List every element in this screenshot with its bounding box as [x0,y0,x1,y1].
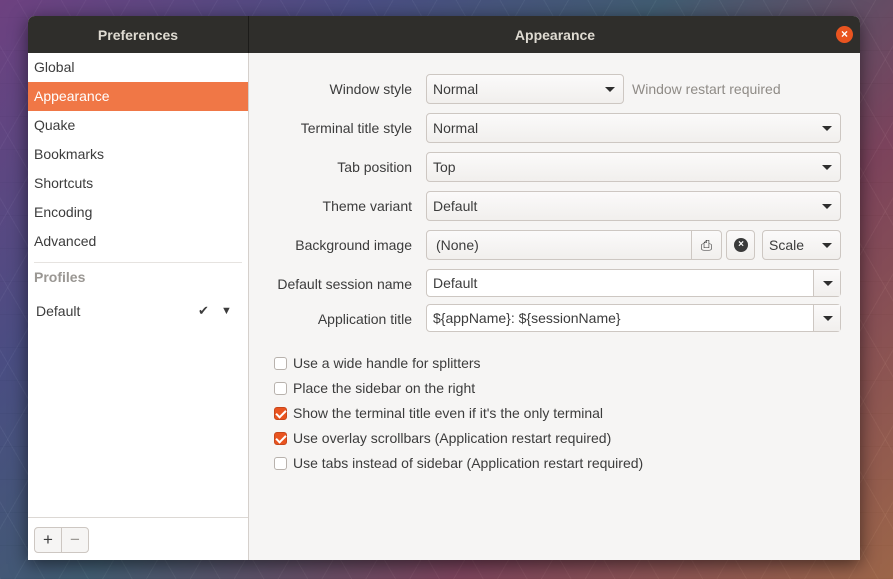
check-icon: ✔ [198,291,209,331]
terminal-title-style-row: Terminal title style Normal [250,113,860,143]
theme-variant-row: Theme variant Default [250,191,860,221]
preferences-window: Preferences Appearance × Global Appearan… [28,16,860,560]
background-image-value: (None) [436,237,479,253]
window-style-hint: Window restart required [632,74,781,104]
chevron-down-icon [822,165,832,170]
tab-position-value: Top [433,159,456,175]
sidebar-item-encoding[interactable]: Encoding [28,198,248,227]
tabs-instead-sidebar-checkbox-row[interactable]: Use tabs instead of sidebar (Application… [274,452,643,474]
application-title-combo-entry[interactable]: ${appName}: ${sessionName} [426,304,841,332]
terminal-title-style-value: Normal [433,120,478,136]
overlay-scrollbars-checkbox[interactable] [274,432,287,445]
chevron-down-icon [822,243,832,248]
show-terminal-title-label: Show the terminal title even if it's the… [293,405,603,421]
background-image-row: Background image (None) ⎙ × Scale [250,230,860,260]
tab-position-dropdown[interactable]: Top [426,152,841,182]
titlebar: Preferences Appearance × [28,16,860,53]
sidebar: Global Appearance Quake Bookmarks Shortc… [28,53,249,560]
background-image-label: Background image [295,230,412,260]
show-terminal-title-checkbox-row[interactable]: Show the terminal title even if it's the… [274,402,603,424]
theme-variant-label: Theme variant [323,191,412,221]
add-profile-button[interactable]: + [35,528,61,552]
remove-profile-button[interactable]: − [61,528,88,552]
sidebar-title: Preferences [28,16,249,53]
tabs-instead-sidebar-label: Use tabs instead of sidebar (Application… [293,455,643,471]
terminal-title-style-label: Terminal title style [301,113,412,143]
default-session-name-row: Default session name Default [250,269,860,299]
tab-position-label: Tab position [337,152,412,182]
background-scale-dropdown[interactable]: Scale [762,230,841,260]
tab-position-row: Tab position Top [250,152,860,182]
profile-label: Default [36,303,80,319]
overlay-scrollbars-label: Use overlay scrollbars (Application rest… [293,430,611,446]
sidebar-footer: + − [28,517,248,560]
tabs-instead-sidebar-checkbox[interactable] [274,457,287,470]
chevron-down-icon [605,87,615,92]
application-title-label: Application title [318,304,412,334]
wide-handle-checkbox[interactable] [274,357,287,370]
application-title-value: ${appName}: ${sessionName} [433,310,621,326]
clear-background-button[interactable]: × [726,230,755,260]
window-style-row: Window style Normal Window restart requi… [250,74,860,104]
profile-item-default[interactable]: Default ✔ ▼ [28,291,248,331]
sidebar-right-label: Place the sidebar on the right [293,380,475,396]
theme-variant-value: Default [433,198,477,214]
wide-handle-label: Use a wide handle for splitters [293,355,481,371]
chevron-down-icon[interactable]: ▼ [221,291,232,331]
terminal-title-style-dropdown[interactable]: Normal [426,113,841,143]
window-style-dropdown[interactable]: Normal [426,74,624,104]
application-title-row: Application title ${appName}: ${sessionN… [250,304,860,334]
sidebar-item-appearance[interactable]: Appearance [28,82,248,111]
window-style-value: Normal [433,81,478,97]
profile-add-remove-group: + − [34,527,89,553]
sidebar-item-global[interactable]: Global [28,53,248,82]
close-button[interactable]: × [836,26,853,43]
default-session-name-label: Default session name [277,269,412,299]
clear-icon: × [734,238,748,252]
sidebar-item-advanced[interactable]: Advanced [28,227,248,256]
chevron-down-icon [822,204,832,209]
window-style-label: Window style [330,74,412,104]
profiles-header: Profiles [28,263,248,291]
chevron-down-icon[interactable] [813,305,840,331]
background-scale-value: Scale [769,237,804,253]
wide-handle-checkbox-row[interactable]: Use a wide handle for splitters [274,352,481,374]
sidebar-right-checkbox[interactable] [274,382,287,395]
sidebar-item-shortcuts[interactable]: Shortcuts [28,169,248,198]
document-open-icon: ⎙ [691,231,721,259]
overlay-scrollbars-checkbox-row[interactable]: Use overlay scrollbars (Application rest… [274,427,611,449]
chevron-down-icon[interactable] [813,270,840,296]
default-session-name-combo-entry[interactable]: Default [426,269,841,297]
appearance-panel: Window style Normal Window restart requi… [250,53,860,560]
sidebar-item-quake[interactable]: Quake [28,111,248,140]
theme-variant-dropdown[interactable]: Default [426,191,841,221]
sidebar-right-checkbox-row[interactable]: Place the sidebar on the right [274,377,475,399]
background-image-chooser[interactable]: (None) ⎙ [426,230,722,260]
chevron-down-icon [822,126,832,131]
sidebar-item-bookmarks[interactable]: Bookmarks [28,140,248,169]
show-terminal-title-checkbox[interactable] [274,407,287,420]
content-title: Appearance [250,16,860,53]
default-session-name-value: Default [433,275,477,291]
